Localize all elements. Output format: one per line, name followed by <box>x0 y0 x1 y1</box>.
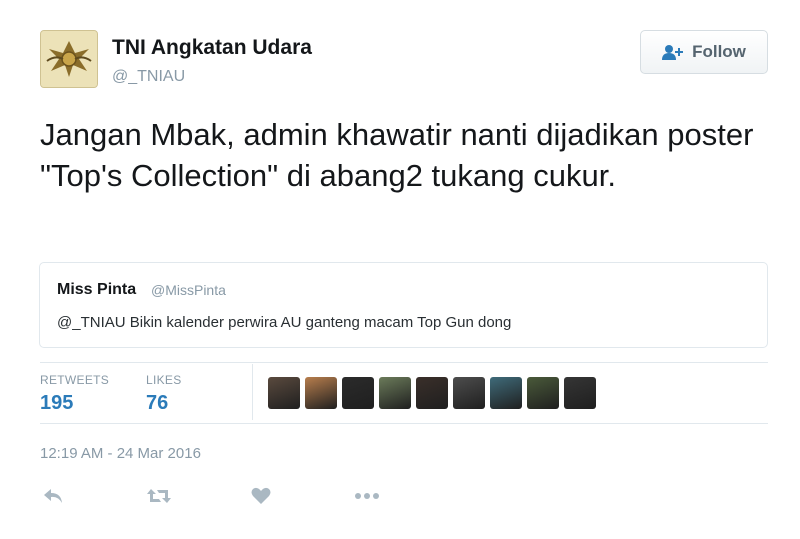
liker-avatars <box>268 377 596 409</box>
author-display-name[interactable]: TNI Angkatan Udara <box>112 36 312 60</box>
quoted-author-name: Miss Pinta <box>57 281 137 298</box>
follow-user-icon <box>662 45 684 60</box>
retweet-button[interactable] <box>144 484 174 508</box>
liker-avatar[interactable] <box>305 377 337 409</box>
avatar[interactable] <box>40 30 98 88</box>
like-button[interactable] <box>246 484 276 508</box>
likes-label[interactable]: LIKES <box>146 373 182 387</box>
stats-top-divider <box>40 362 768 363</box>
air-force-emblem-icon <box>41 31 97 87</box>
more-dots-icon <box>355 493 379 499</box>
quoted-tweet-card[interactable]: Miss Pinta @MissPinta @_TNIAU Bikin kale… <box>39 262 768 348</box>
retweet-icon <box>147 489 171 503</box>
liker-avatar[interactable] <box>416 377 448 409</box>
quoted-tweet-text: @_TNIAU Bikin kalender perwira AU ganten… <box>57 314 512 331</box>
stats-bottom-divider <box>40 423 768 424</box>
liker-avatar[interactable] <box>490 377 522 409</box>
liker-avatar[interactable] <box>453 377 485 409</box>
liker-avatar[interactable] <box>268 377 300 409</box>
liker-avatar[interactable] <box>379 377 411 409</box>
like-heart-icon <box>251 487 271 504</box>
liker-avatar[interactable] <box>527 377 559 409</box>
liker-avatar[interactable] <box>564 377 596 409</box>
author-handle[interactable]: @_TNIAU <box>112 68 185 86</box>
tweet-timestamp[interactable]: 12:19 AM - 24 Mar 2016 <box>40 445 201 462</box>
likes-count[interactable]: 76 <box>146 392 168 415</box>
follow-button[interactable]: Follow <box>640 30 768 74</box>
quoted-author-handle: @MissPinta <box>151 282 226 298</box>
stats-separator <box>252 364 253 420</box>
more-button[interactable] <box>352 484 382 508</box>
tweet-text: Jangan Mbak, admin khawatir nanti dijadi… <box>40 117 754 193</box>
follow-button-label: Follow <box>692 42 746 61</box>
reply-icon <box>44 489 62 503</box>
liker-avatar[interactable] <box>342 377 374 409</box>
retweets-count[interactable]: 195 <box>40 392 73 415</box>
retweets-label[interactable]: RETWEETS <box>40 373 109 387</box>
reply-button[interactable] <box>38 484 68 508</box>
